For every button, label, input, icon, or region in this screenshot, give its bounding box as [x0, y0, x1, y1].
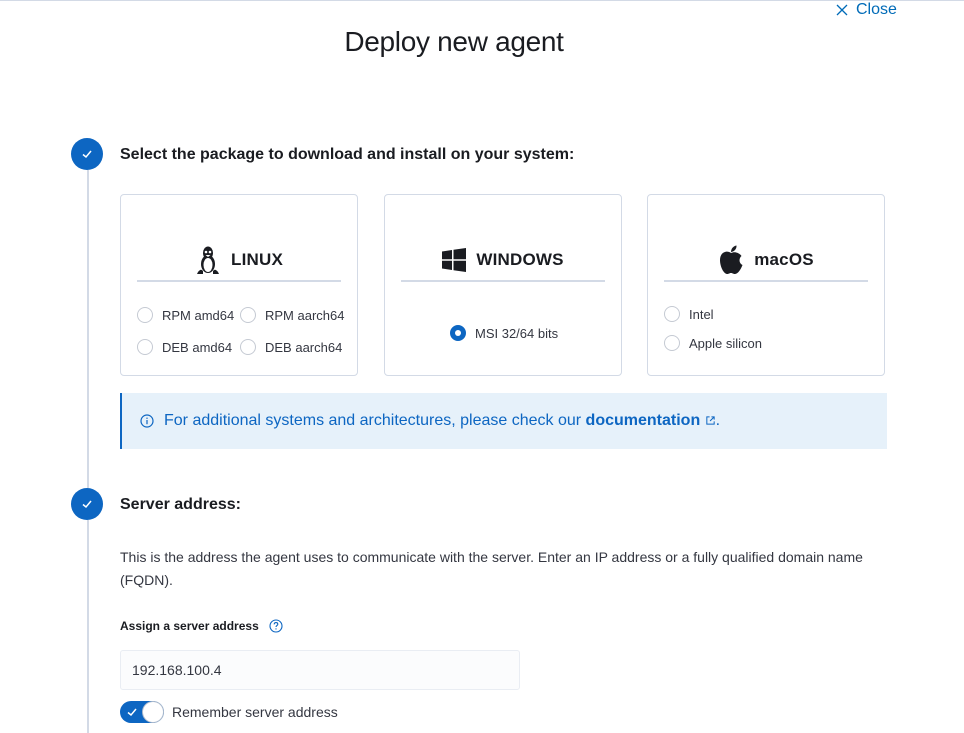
radio-button[interactable]: [137, 339, 153, 355]
callout-text: For additional systems and architectures…: [164, 412, 720, 430]
callout-text-before: For additional systems and architectures…: [164, 412, 586, 429]
step-2-title: Server address:: [120, 496, 241, 513]
radio-label: Apple silicon: [689, 335, 762, 351]
step-connector: [87, 170, 89, 488]
info-callout: For additional systems and architectures…: [120, 393, 887, 449]
radio-apple-silicon[interactable]: Apple silicon: [664, 335, 762, 351]
radio-rpm-aarch64[interactable]: RPM aarch64: [240, 307, 344, 323]
remember-server-toggle-row[interactable]: Remember server address: [120, 701, 338, 723]
radio-msi[interactable]: MSI 32/64 bits: [450, 325, 558, 341]
macos-label: macOS: [754, 249, 814, 269]
macos-card-header: macOS: [664, 239, 868, 282]
linux-card-header: LINUX: [137, 239, 341, 282]
close-label: Close: [856, 1, 897, 18]
linux-card: LINUX RPM amd64 RPM aarch64 DEB amd64 DE…: [120, 194, 358, 376]
radio-label: RPM amd64: [162, 307, 235, 323]
apple-icon: [720, 245, 743, 274]
page-title: Deploy new agent: [344, 26, 564, 57]
windows-icon: [442, 247, 467, 272]
callout-text-after: .: [715, 412, 721, 429]
windows-label: WINDOWS: [476, 249, 564, 269]
step-1-complete-indicator: [71, 138, 103, 170]
step-2-complete-indicator: [71, 488, 103, 520]
close-button[interactable]: Close: [836, 0, 897, 20]
linux-label: LINUX: [231, 249, 283, 269]
step-1-title: Select the package to download and insta…: [120, 146, 575, 163]
documentation-link-label: documentation: [585, 412, 701, 429]
radio-button-selected[interactable]: [450, 325, 466, 341]
field-label-text: Assign a server address: [120, 619, 259, 633]
radio-deb-aarch64[interactable]: DEB aarch64: [240, 339, 342, 355]
step-connector: [87, 520, 89, 733]
radio-button[interactable]: [664, 335, 680, 351]
check-icon: [127, 708, 137, 717]
radio-label: DEB aarch64: [265, 339, 343, 355]
external-link-icon[interactable]: [705, 415, 716, 426]
check-icon: [82, 150, 92, 159]
radio-button[interactable]: [240, 307, 256, 323]
radio-deb-amd64[interactable]: DEB amd64: [137, 339, 232, 355]
radio-label: DEB amd64: [162, 339, 233, 355]
check-icon: [82, 500, 92, 509]
radio-label: Intel: [689, 306, 714, 322]
switch-knob: [143, 702, 163, 722]
radio-button[interactable]: [137, 307, 153, 323]
remember-server-switch[interactable]: [120, 701, 164, 723]
server-address-input[interactable]: [120, 650, 520, 690]
server-address-field-label: Assign a server address: [120, 619, 283, 633]
radio-label: RPM aarch64: [265, 307, 345, 323]
radio-rpm-amd64[interactable]: RPM amd64: [137, 307, 234, 323]
radio-button[interactable]: [240, 339, 256, 355]
linux-icon: [197, 246, 219, 274]
windows-card-header: WINDOWS: [401, 239, 605, 282]
windows-card: WINDOWS MSI 32/64 bits: [384, 194, 622, 376]
remember-server-label: Remember server address: [172, 704, 338, 720]
radio-intel[interactable]: Intel: [664, 306, 714, 322]
documentation-link[interactable]: documentation: [586, 412, 701, 429]
help-icon[interactable]: [269, 619, 283, 633]
macos-card: macOS Intel Apple silicon: [647, 194, 885, 376]
server-address-description: This is the address the agent uses to co…: [120, 549, 863, 588]
close-icon: [836, 4, 848, 16]
radio-label: MSI 32/64 bits: [475, 325, 559, 341]
info-icon: [140, 414, 154, 428]
radio-button[interactable]: [664, 306, 680, 322]
top-divider: [0, 0, 964, 1]
